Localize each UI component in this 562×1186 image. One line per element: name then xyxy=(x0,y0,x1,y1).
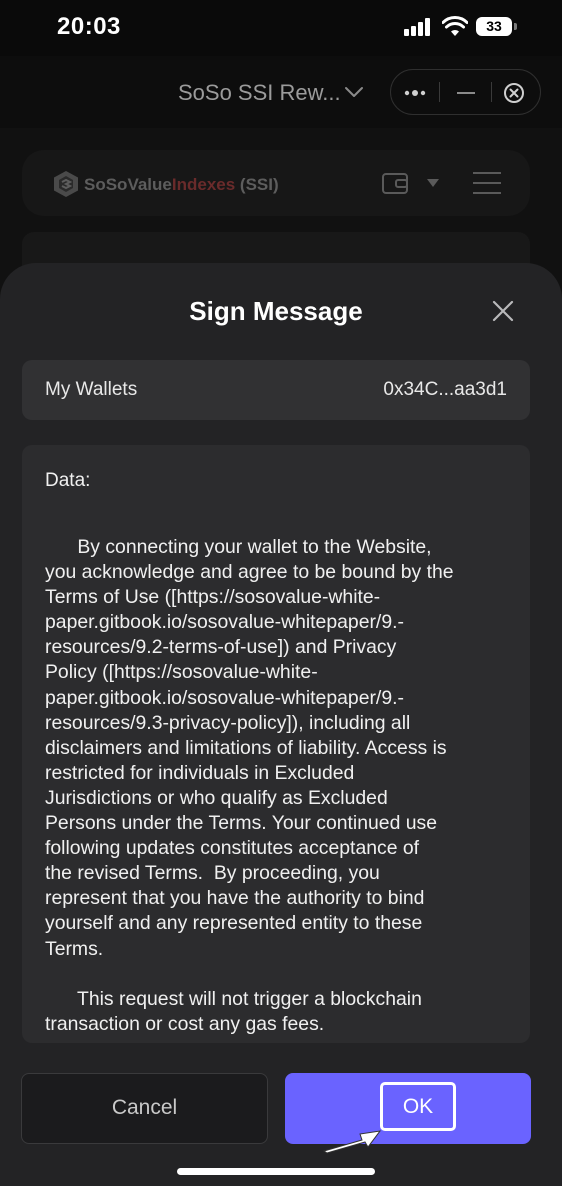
message-line: transaction or cost any gas fees. xyxy=(45,1012,325,1035)
logo-accent-text: Indexes xyxy=(171,175,236,194)
browser-capsule xyxy=(390,69,541,115)
message-line: paper.gitbook.io/sosovalue-whitepaper/9.… xyxy=(45,686,404,709)
message-data-box[interactable]: Data: By connecting your wallet to the W… xyxy=(22,445,530,1043)
menu-icon[interactable] xyxy=(473,171,501,195)
message-line: paper.gitbook.io/sosovalue-whitepaper/9.… xyxy=(45,611,404,634)
wallet-address: 0x34C...aa3d1 xyxy=(383,379,507,400)
sosovalue-logo-icon xyxy=(54,171,78,197)
wallet-icon[interactable] xyxy=(381,171,409,195)
minimize-icon[interactable] xyxy=(457,92,475,94)
capsule-divider xyxy=(439,82,440,102)
home-indicator xyxy=(177,1168,375,1175)
wifi-icon xyxy=(442,16,468,36)
close-icon[interactable] xyxy=(491,299,515,323)
logo-suffix-text: (SSI) xyxy=(235,175,279,194)
message-line: resources/9.3-privacy-policy]), includin… xyxy=(45,711,411,734)
status-bar: 20:03 33 xyxy=(0,0,562,56)
battery-indicator: 33 xyxy=(476,17,517,36)
data-label: Data: xyxy=(45,470,91,491)
message-line: the revised Terms. By proceeding, you xyxy=(45,862,380,885)
message-line: Policy ([https://sosovalue-white- xyxy=(45,661,318,684)
logo-main-text: SoSoValue xyxy=(84,175,172,194)
modal-title: Sign Message xyxy=(189,296,363,326)
message-line: Terms of Use ([https://sosovalue-white- xyxy=(45,586,381,609)
message-line: By connecting your wallet to the Website… xyxy=(45,536,432,558)
message-line: Jurisdictions or who qualify as Excluded xyxy=(45,786,388,809)
message-line: Terms. xyxy=(45,937,104,960)
ok-button-label[interactable]: OK xyxy=(380,1082,456,1131)
caret-down-icon[interactable] xyxy=(427,179,439,187)
message-text: By connecting your wallet to the Website… xyxy=(45,535,515,1037)
chevron-down-icon[interactable] xyxy=(343,84,365,100)
wallet-label: My Wallets xyxy=(45,379,138,400)
browser-header: SoSo SSI Rew... xyxy=(0,56,562,128)
message-line: This request will not trigger a blockcha… xyxy=(45,987,422,1010)
message-line: yourself and any represented entity to t… xyxy=(45,912,423,935)
message-line: Persons under the Terms. Your continued … xyxy=(45,812,438,835)
cancel-button[interactable]: Cancel xyxy=(21,1073,268,1144)
message-line: following updates constitutes acceptance… xyxy=(45,837,420,860)
pointer-arrow-icon xyxy=(322,1130,382,1154)
message-line: represent that you have the authority to… xyxy=(45,887,425,910)
status-time: 20:03 xyxy=(57,13,121,40)
cellular-signal-icon xyxy=(404,18,432,36)
message-line: disclaimers and limitations of liability… xyxy=(45,736,447,759)
message-line: you acknowledge and agree to be bound by… xyxy=(45,561,454,584)
site-title[interactable]: SoSo SSI Rew... xyxy=(178,80,341,106)
close-circle-icon[interactable] xyxy=(503,82,525,104)
wallet-row: My Wallets 0x34C...aa3d1 xyxy=(22,360,530,420)
message-line: restricted for individuals in Excluded xyxy=(45,761,355,784)
more-icon[interactable] xyxy=(403,83,427,103)
site-logo-text[interactable]: SoSoValueIndexes (SSI) xyxy=(84,175,279,195)
capsule-divider xyxy=(491,82,492,102)
message-line: resources/9.2-terms-of-use]) and Privacy xyxy=(45,636,397,659)
